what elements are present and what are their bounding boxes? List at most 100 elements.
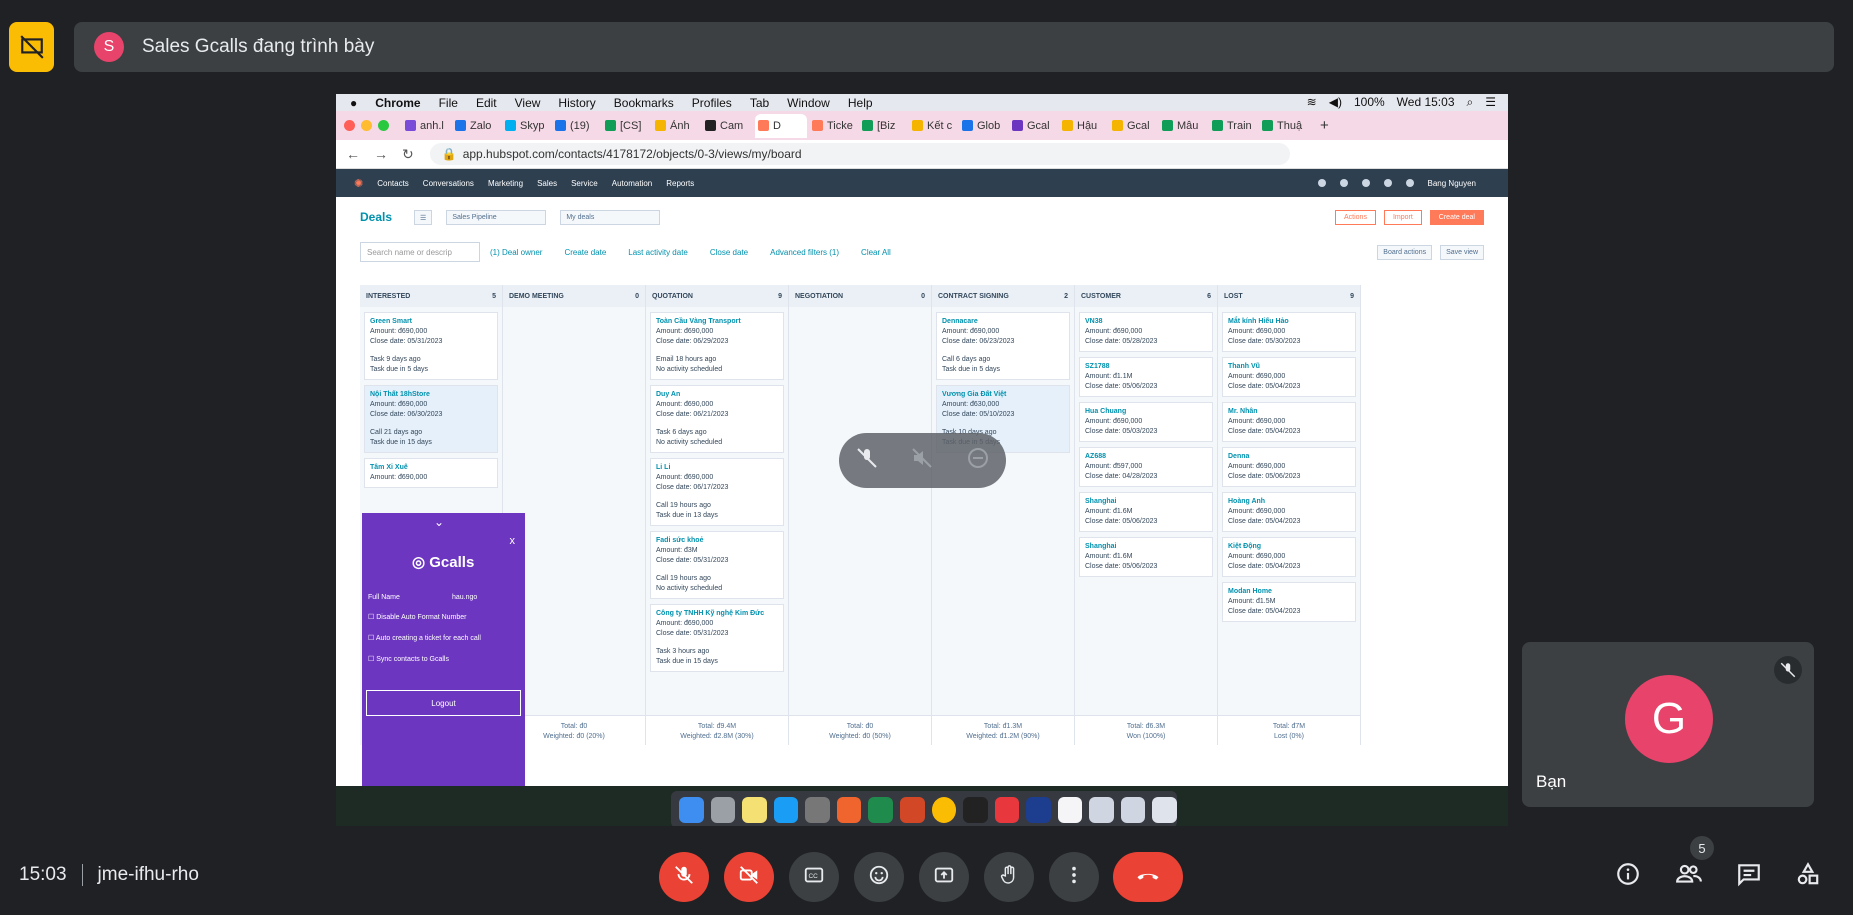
browser-tab[interactable]: (19) [555,120,600,132]
deal-card[interactable]: Thanh Vũ Amount: đ690,000 Close date: 05/0… [1222,357,1356,397]
search-input[interactable]: Search name or descrip [360,242,480,262]
browser-tab[interactable]: Hậu [1062,120,1107,132]
create-deal-button[interactable]: Create deal [1429,209,1484,225]
deal-name[interactable]: Fadi sức khoẻ [656,536,778,546]
board-actions-button[interactable]: Board actions [1377,244,1433,260]
deal-name[interactable]: Li Li [656,463,778,473]
chrome-icon[interactable] [931,796,957,823]
raise-hand-button[interactable] [984,852,1034,902]
notes-icon[interactable] [742,796,767,823]
settings-icon[interactable] [1383,179,1392,187]
collapse-chevron-icon[interactable]: ⌄ [434,515,444,529]
browser-tab[interactable]: Train [1212,120,1257,132]
deal-name[interactable]: Mr. Nhân [1228,407,1350,417]
filter-last-activity[interactable]: Last activity date [628,248,688,257]
browser-tab[interactable]: Kết c [912,120,957,132]
save-view-button[interactable]: Save view [1440,244,1484,260]
trash-icon[interactable] [1152,796,1177,823]
deal-name[interactable]: Toàn Cầu Vàng Transport [656,317,778,327]
import-button[interactable]: Import [1383,209,1422,225]
presentation-off-icon[interactable] [9,22,54,72]
forward-icon[interactable]: → [374,146,388,163]
deal-card[interactable]: Hoàng Anh Amount: đ690,000 Close date: 05/… [1222,492,1356,532]
deal-card[interactable]: Mr. Nhân Amount: đ690,000 Close date: 05/0… [1222,402,1356,442]
browser-tab[interactable]: D [755,113,807,138]
deal-name[interactable]: Mắt kính Hiếu Hảo [1228,317,1350,327]
deal-card[interactable]: Toàn Cầu Vàng Transport Amount: đ690,000 C… [650,312,784,380]
filter-close-date[interactable]: Close date [710,248,748,257]
reactions-button[interactable] [854,852,904,902]
app-store-icon[interactable] [773,796,799,823]
browser-tab[interactable]: Glob [962,120,1007,132]
nav-marketing[interactable]: Marketing [488,179,523,188]
filter-clear-all[interactable]: Clear All [861,248,891,257]
deal-name[interactable]: Green Smart [370,317,492,327]
notifications-icon[interactable] [1405,179,1414,187]
back-icon[interactable]: ← [346,146,360,163]
deal-card[interactable]: Shanghai Amount: đ1.6M Close date: 05/06/2… [1079,537,1213,577]
browser-tab[interactable]: Cam [705,120,750,132]
deal-card[interactable]: Modan Home Amount: đ1.5M Close date: 05/04… [1222,582,1356,622]
meeting-details-button[interactable] [1610,858,1646,894]
present-button[interactable] [919,852,969,902]
deal-card[interactable]: Green Smart Amount: đ690,000 Close date: 0… [364,312,498,380]
deal-name[interactable]: Hua Chuang [1085,407,1207,417]
browser-tab[interactable]: Zalo [455,120,500,132]
deal-name[interactable]: Kiệt Động [1228,542,1350,552]
help-icon[interactable] [1339,179,1348,187]
deal-name[interactable]: Hoàng Anh [1228,497,1350,507]
view-select[interactable]: My deals [560,209,661,225]
hubspot-logo-icon[interactable]: ✺ [354,177,363,190]
browser-tab[interactable]: Ticke [812,120,857,132]
people-button[interactable] [1671,858,1707,894]
deal-name[interactable]: Dennacare [942,317,1064,327]
browser-tab[interactable]: Thuậ [1262,120,1307,132]
captions-button[interactable]: CC [789,852,839,902]
reload-icon[interactable]: ↻ [402,146,414,163]
search-icon[interactable] [1317,179,1326,187]
user-menu[interactable]: Bang Nguyen [1428,179,1476,188]
deal-name[interactable]: Modan Home [1228,587,1350,597]
launchpad-icon[interactable] [710,796,736,823]
browser-tab[interactable]: [Biz [862,120,907,132]
deal-name[interactable]: Thanh Vũ [1228,362,1350,372]
deal-card[interactable]: VN38 Amount: đ690,000 Close date: 05/28/20… [1079,312,1213,352]
activities-button[interactable] [1790,858,1826,894]
chat-button[interactable] [1731,858,1767,894]
more-options-button[interactable] [1049,852,1099,902]
marketplace-icon[interactable] [1361,179,1370,187]
nav-automation[interactable]: Automation [612,179,652,188]
browser-tab[interactable]: Mẫu [1162,120,1207,132]
deal-card[interactable]: Fadi sức khoẻ Amount: đ3M Close date: 05/3… [650,531,784,599]
minimize-window-icon[interactable] [361,120,372,131]
deal-name[interactable]: VN38 [1085,317,1207,327]
deal-name[interactable]: Denna [1228,452,1350,462]
deal-card[interactable]: SZ1788 Amount: đ1.1M Close date: 05/06/202… [1079,357,1213,397]
music-icon[interactable] [1057,796,1083,823]
maximize-window-icon[interactable] [378,120,389,131]
excel-icon[interactable] [868,796,893,823]
deal-name[interactable]: Shanghai [1085,497,1207,507]
actions-button[interactable]: Actions [1334,209,1376,225]
deal-card[interactable]: Công ty TNHH Kỹ nghệ Kim Đức Amount: đ690… [650,604,784,672]
deal-name[interactable]: Tâm Xi Xuê [370,463,492,473]
deal-name[interactable]: Nội Thất 18hStore [370,390,492,400]
logout-button[interactable]: Logout [366,690,521,716]
tl-app-icon[interactable] [1026,796,1051,823]
page-title[interactable]: Deals [360,210,392,224]
nav-reports[interactable]: Reports [666,179,694,188]
deal-name[interactable]: Shanghai [1085,542,1207,552]
end-call-button[interactable] [1113,852,1183,902]
deal-card[interactable]: Dennacare Amount: đ690,000 Close date: 06/… [936,312,1070,380]
deal-card[interactable]: Tâm Xi Xuê Amount: đ690,000 [364,458,498,488]
nav-contacts[interactable]: Contacts [377,179,409,188]
deal-card[interactable]: Kiệt Động Amount: đ690,000 Close date: 05/… [1222,537,1356,577]
deal-card[interactable]: Hua Chuang Amount: đ690,000 Close date: 05… [1079,402,1213,442]
deal-card[interactable]: Mắt kính Hiếu Hảo Amount: đ690,000 Close d… [1222,312,1356,352]
browser-tab[interactable]: Skyp [505,120,550,132]
url-field[interactable]: 🔒 app.hubspot.com/contacts/4178172/objec… [429,143,1290,165]
sketch-icon[interactable] [836,796,862,823]
powerpoint-icon[interactable] [899,796,925,823]
browser-tab[interactable]: Gcal [1012,120,1057,132]
list-view-icon[interactable]: ☰ [414,209,433,225]
